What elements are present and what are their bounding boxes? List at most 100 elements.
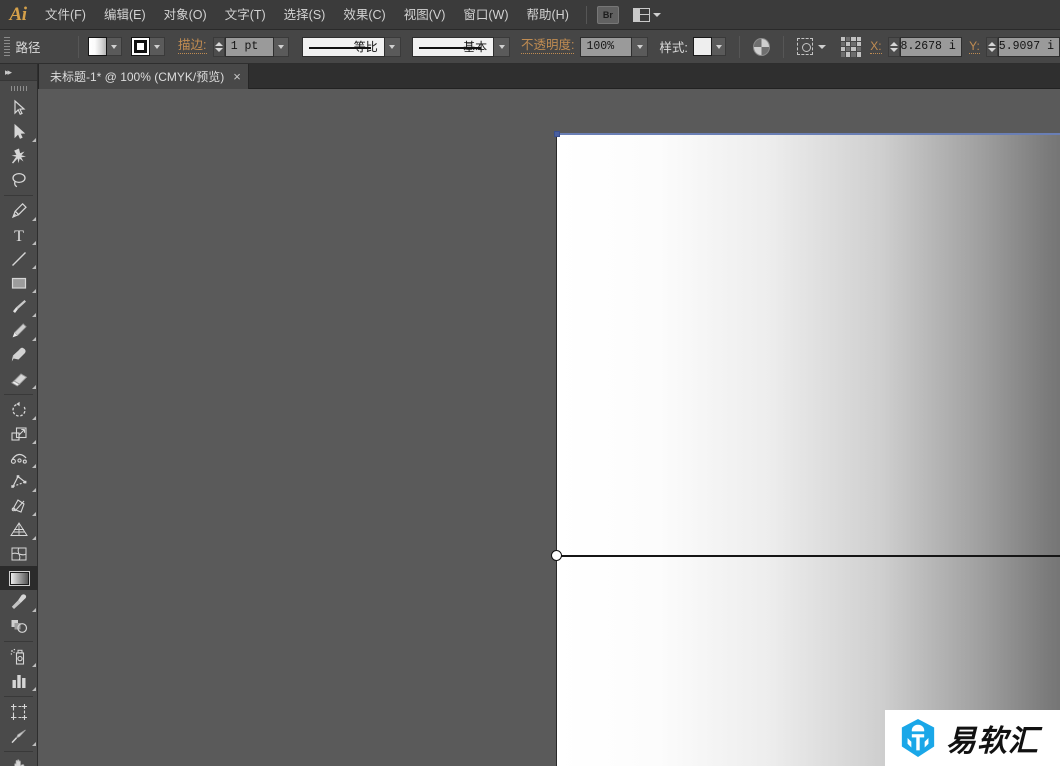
document-tab[interactable]: 未标题-1* @ 100% (CMYK/预览) × [38,64,249,89]
width-tool[interactable] [0,446,38,470]
menu-effect[interactable]: 效果(C) [334,0,394,30]
gradient-tool[interactable] [0,566,38,590]
flyout-indicator[interactable] [32,687,36,691]
flyout-indicator[interactable] [32,416,36,420]
artboard[interactable] [556,133,1060,766]
perspective-grid-tool[interactable] [0,518,38,542]
flyout-indicator[interactable] [32,512,36,516]
stepper-down-icon[interactable] [987,47,996,52]
x-coordinate-input[interactable]: 8.2678 i [899,36,962,57]
flyout-indicator[interactable] [32,241,36,245]
stepper-up-icon[interactable] [214,41,223,46]
stepper-up-icon[interactable] [889,41,898,46]
flyout-indicator[interactable] [32,289,36,293]
tools-panel-grip[interactable] [0,81,37,96]
width-profile-select[interactable]: 等比 [302,36,385,57]
stroke-swatch[interactable] [130,37,150,56]
flyout-indicator[interactable] [32,742,36,746]
flyout-indicator[interactable] [32,265,36,269]
menu-select[interactable]: 选择(S) [275,0,335,30]
pencil-tool[interactable] [0,319,38,343]
stroke-weight-stepper[interactable] [212,36,225,57]
lasso-tool[interactable] [0,168,38,192]
fill-swatch[interactable] [88,37,108,56]
mesh-tool[interactable] [0,542,38,566]
flyout-indicator[interactable] [32,663,36,667]
menu-type[interactable]: 文字(T) [216,0,275,30]
stroke-weight-dropdown-button[interactable] [273,36,290,57]
pen-tool[interactable] [0,199,38,223]
gradient-path-stroke[interactable] [557,555,1060,557]
type-tool[interactable]: T [0,223,38,247]
free-transform-tool[interactable] [0,470,38,494]
flyout-indicator[interactable] [32,313,36,317]
paintbrush-tool[interactable] [0,295,38,319]
magic-wand-tool[interactable] [0,144,38,168]
flyout-indicator[interactable] [32,217,36,221]
flyout-indicator[interactable] [32,464,36,468]
column-graph-tool[interactable] [0,669,38,693]
flyout-indicator[interactable] [32,488,36,492]
blend-tool[interactable] [0,614,38,638]
opacity-label[interactable]: 不透明度: [521,39,575,54]
opacity-input[interactable]: 100% [580,36,633,57]
brush-definition-dropdown-button[interactable] [494,36,510,57]
stroke-weight-input[interactable]: 1 pt [224,36,274,57]
canvas-area[interactable] [38,89,1060,766]
flyout-indicator[interactable] [32,138,36,142]
transform-grid-icon[interactable] [840,36,861,57]
flyout-indicator[interactable] [32,337,36,341]
flyout-indicator[interactable] [32,608,36,612]
menu-window[interactable]: 窗口(W) [454,0,517,30]
path-anchor-point[interactable] [551,550,562,561]
selection-tool[interactable] [0,96,38,120]
x-stepper[interactable] [887,36,900,57]
close-icon[interactable]: × [233,70,241,83]
fill-color-control[interactable] [88,37,123,56]
menu-file[interactable]: 文件(F) [36,0,95,30]
control-bar-grip[interactable] [4,36,11,57]
menu-object[interactable]: 对象(O) [155,0,216,30]
stroke-color-control[interactable] [130,37,165,56]
menu-edit[interactable]: 编辑(E) [95,0,155,30]
artboard-tool[interactable] [0,700,38,724]
width-profile-dropdown-button[interactable] [384,36,401,57]
opacity-dropdown-button[interactable] [632,36,649,57]
chevron-down-icon[interactable] [817,44,826,49]
flyout-indicator[interactable] [32,385,36,389]
rotate-tool[interactable] [0,398,38,422]
recolor-artwork-icon[interactable] [753,37,771,56]
bridge-icon[interactable]: Br [596,5,619,24]
symbol-sprayer-tool[interactable] [0,645,38,669]
stepper-down-icon[interactable] [214,47,223,52]
menu-help[interactable]: 帮助(H) [518,0,578,30]
stepper-down-icon[interactable] [889,47,898,52]
stroke-weight-label[interactable]: 描边: [178,39,207,54]
stroke-dropdown-button[interactable] [149,37,165,56]
scale-tool[interactable] [0,422,38,446]
fill-dropdown-button[interactable] [107,37,123,56]
selection-anchor-square[interactable] [554,131,560,137]
tools-panel-collapse-button[interactable]: ▸▸ [0,64,37,81]
eraser-tool[interactable] [0,367,38,391]
hand-tool[interactable] [0,755,38,766]
slice-tool[interactable] [0,724,38,748]
line-segment-tool[interactable] [0,247,38,271]
rectangle-tool[interactable] [0,271,38,295]
direct-selection-tool[interactable] [0,120,38,144]
flyout-indicator[interactable] [32,440,36,444]
shape-builder-tool[interactable] [0,494,38,518]
y-coordinate-input[interactable]: 5.9097 i [998,36,1060,57]
menu-view[interactable]: 视图(V) [395,0,455,30]
magic-wand-icon [11,148,26,164]
brush-definition-select[interactable]: 基本 [411,36,495,57]
align-transform-icon[interactable] [797,38,813,55]
blob-brush-tool[interactable] [0,343,38,367]
flyout-indicator[interactable] [32,536,36,540]
workspace-switcher[interactable] [632,7,661,22]
graphic-style-swatch[interactable] [692,37,713,56]
stepper-up-icon[interactable] [987,41,996,46]
y-stepper[interactable] [985,36,999,57]
eyedropper-tool[interactable] [0,590,38,614]
style-dropdown-button[interactable] [712,37,727,56]
